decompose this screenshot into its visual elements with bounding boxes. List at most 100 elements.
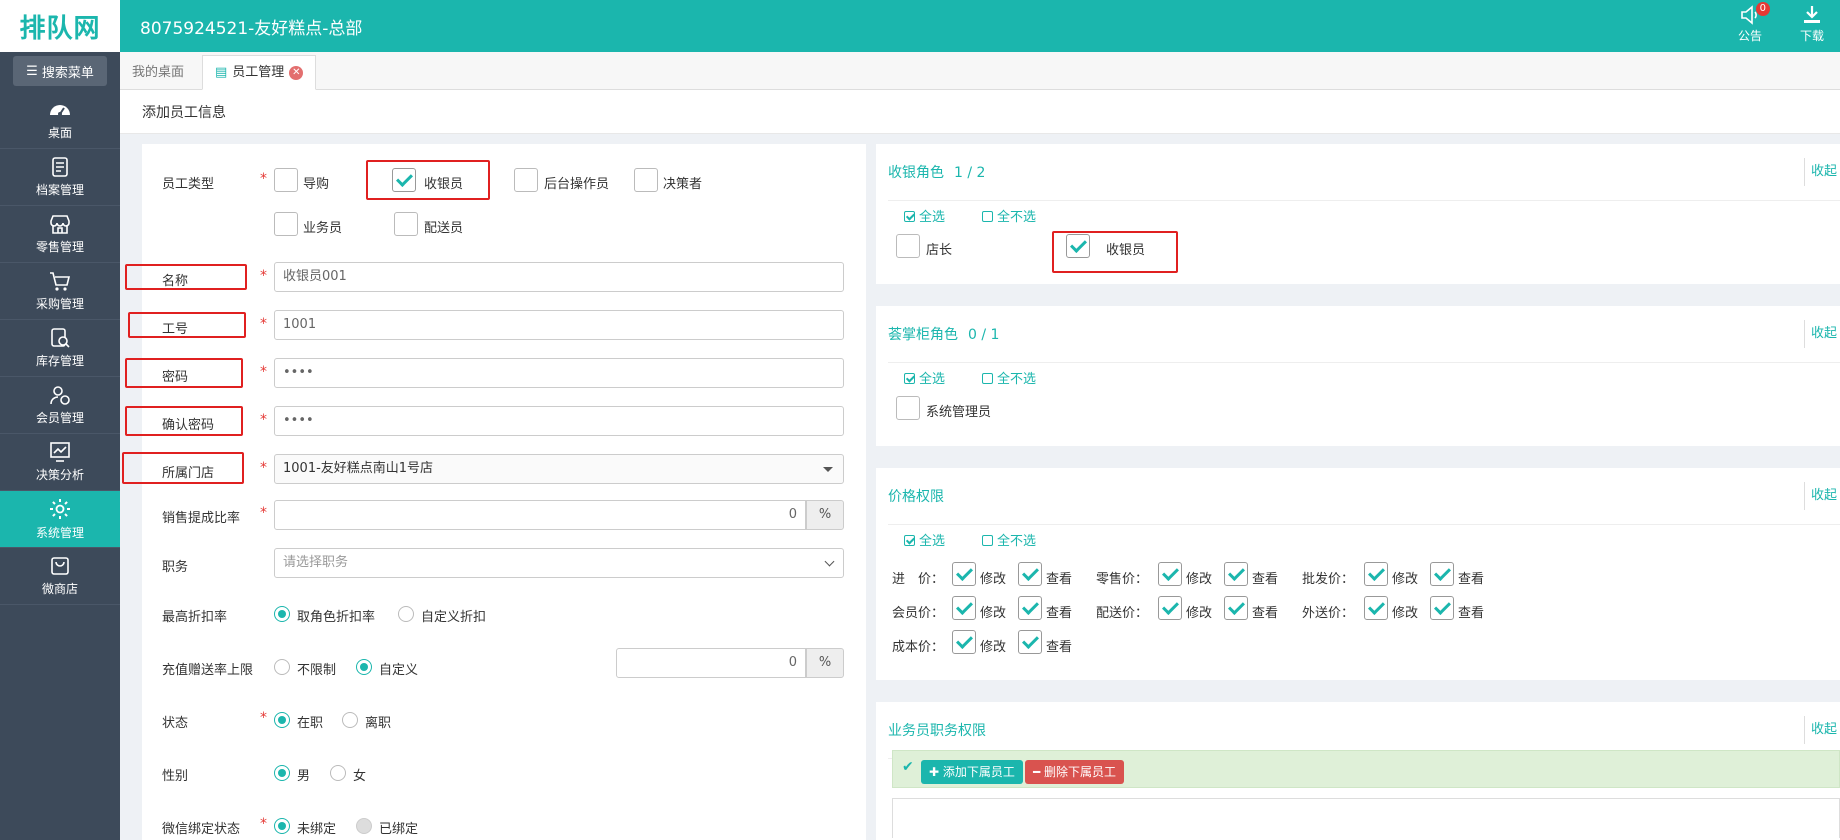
checkbox-delivery-modify[interactable] (1158, 596, 1182, 620)
password-input[interactable]: •••• (274, 358, 844, 388)
gender-opt-female: 女 (353, 769, 367, 784)
wechat-opt-unbound: 未绑定 (297, 822, 337, 837)
required-mark: * (260, 505, 267, 521)
sidebar-item-desktop[interactable]: 桌面 (0, 92, 120, 149)
collapse-button[interactable]: 收起 (1804, 482, 1840, 510)
download-button[interactable]: 下载 (1792, 4, 1832, 44)
checkbox-takeout-modify[interactable] (1364, 596, 1388, 620)
select-all-label: 全选 (919, 372, 946, 387)
checkbox-wholesale-view[interactable] (1430, 562, 1454, 586)
sidebar-item-label: 会员管理 (35, 411, 84, 425)
commission-input[interactable]: 0 (274, 500, 806, 530)
checkbox-retail-modify[interactable] (1158, 562, 1182, 586)
role-store-manager: 店长 (926, 243, 953, 258)
shop-bag-icon (51, 557, 69, 575)
search-menu-label: 搜索菜单 (41, 65, 94, 81)
recharge-input[interactable]: 0 (616, 648, 806, 678)
store-icon (50, 215, 70, 234)
checkbox-retail-view[interactable] (1224, 562, 1248, 586)
palm-role-panel: 荟掌柜角色 0 / 1 收起 全选 全不选 系统管理员 (876, 306, 1840, 446)
radio-male[interactable] (274, 765, 290, 781)
collapse-button[interactable]: 收起 (1804, 716, 1840, 744)
cashier-role-count: 1 / 2 (954, 165, 986, 181)
checkbox-cost-view[interactable] (1018, 630, 1042, 654)
sidebar-item-microshop[interactable]: 微商店 (0, 548, 120, 605)
logo[interactable]: 排队网 (0, 0, 120, 52)
collapse-button[interactable]: 收起 (1804, 320, 1840, 348)
sidebar-item-inventory[interactable]: 库存管理 (0, 320, 120, 377)
confirm-password-input[interactable]: •••• (274, 406, 844, 436)
purchase-price-label: 进 价： (892, 572, 945, 587)
collapse-button[interactable]: 收起 (1804, 158, 1840, 186)
sales-permission-panel: 业务员职务权限 收起 ✔ ✚ 添加下属员工 ━ 删除下属员工 (876, 702, 1840, 840)
employee-form: 员工类型 * 导购 收银员 后台操作员 决策者 业务员 配送员 名称 * 收银员… (122, 144, 866, 840)
sidebar-item-member[interactable]: 会员管理 (0, 377, 120, 434)
sidebar-item-label: 库存管理 (35, 354, 84, 368)
tab-employee[interactable]: ▤ 员工管理 ✕ (202, 55, 317, 90)
radio-unlimited[interactable] (274, 659, 290, 675)
checkbox-store-manager[interactable] (896, 234, 920, 258)
caret-down-icon (823, 467, 833, 472)
radio-female[interactable] (330, 765, 346, 781)
code-input[interactable]: 1001 (274, 310, 844, 340)
add-subordinate-button[interactable]: ✚ 添加下属员工 (921, 760, 1023, 784)
close-icon[interactable]: ✕ (289, 65, 304, 80)
select-none-button[interactable]: 全不选 (982, 530, 1036, 549)
sidebar-item-purchase[interactable]: 采购管理 (0, 263, 120, 320)
view-label: 查看 (1252, 606, 1279, 621)
view-label: 查看 (1046, 640, 1073, 655)
checkbox-purchase-view[interactable] (1018, 562, 1042, 586)
select-none-button[interactable]: 全不选 (982, 368, 1036, 387)
price-permission-title: 价格权限 (888, 489, 944, 505)
checkbox-takeout-view[interactable] (1430, 596, 1454, 620)
radio-custom-recharge[interactable] (356, 659, 372, 675)
sidebar-item-label: 零售管理 (35, 240, 84, 254)
select-none-label: 全不选 (997, 210, 1037, 225)
checkbox-salesman[interactable] (274, 212, 298, 236)
radio-active[interactable] (274, 712, 290, 728)
store-select[interactable]: 1001-友好糕点南山1号店 (274, 454, 844, 484)
takeout-price-label: 外送价： (1302, 606, 1355, 621)
position-placeholder: 请选择职务 (283, 555, 349, 570)
retail-price-label: 零售价： (1096, 572, 1149, 587)
tab-home[interactable]: 我的桌面 (120, 55, 196, 90)
code-label: 工号 (162, 322, 189, 337)
radio-role-discount[interactable] (274, 606, 290, 622)
sidebar-item-archive[interactable]: 档案管理 (0, 149, 120, 206)
checkbox-purchase-modify[interactable] (952, 562, 976, 586)
select-all-button[interactable]: 全选 (904, 530, 945, 549)
sidebar-item-system[interactable]: 系统管理 (0, 491, 120, 548)
notice-button[interactable]: 公告 0 (1730, 2, 1770, 44)
select-none-button[interactable]: 全不选 (982, 206, 1036, 225)
checkbox-delivery[interactable] (394, 212, 418, 236)
tab-employee-label: 员工管理 (232, 65, 285, 80)
checkbox-member-view[interactable] (1018, 596, 1042, 620)
emp-type-decider: 决策者 (663, 177, 703, 192)
select-all-button[interactable]: 全选 (904, 206, 945, 225)
delete-subordinate-button[interactable]: ━ 删除下属员工 (1025, 760, 1125, 784)
checkbox-sys-admin[interactable] (896, 396, 920, 420)
sidebar-item-retail[interactable]: 零售管理 (0, 206, 120, 263)
radio-resigned[interactable] (342, 712, 358, 728)
position-select[interactable]: 请选择职务 (274, 548, 844, 578)
checkbox-backoffice[interactable] (514, 168, 538, 192)
required-mark: * (260, 364, 267, 380)
select-all-button[interactable]: 全选 (904, 368, 945, 387)
required-mark: * (260, 816, 267, 832)
search-menu-button[interactable]: ☰ 搜索菜单 (13, 56, 107, 86)
checkbox-guide[interactable] (274, 168, 298, 192)
checkbox-role-cashier[interactable] (1066, 234, 1090, 258)
sidebar-item-label: 档案管理 (35, 183, 84, 197)
sidebar-item-analysis[interactable]: 决策分析 (0, 434, 120, 491)
checkbox-cost-modify[interactable] (952, 630, 976, 654)
store-title: 8075924521-友好糕点-总部 (140, 19, 363, 39)
checkbox-decider[interactable] (634, 168, 658, 192)
checkbox-member-modify[interactable] (952, 596, 976, 620)
sidebar-item-label: 微商店 (41, 582, 78, 596)
select-none-label: 全不选 (997, 372, 1037, 387)
checkbox-wholesale-modify[interactable] (1364, 562, 1388, 586)
radio-custom-discount[interactable] (398, 606, 414, 622)
checkbox-delivery-view[interactable] (1224, 596, 1248, 620)
name-input[interactable]: 收银员001 (274, 262, 844, 292)
radio-unbound[interactable] (274, 818, 290, 834)
